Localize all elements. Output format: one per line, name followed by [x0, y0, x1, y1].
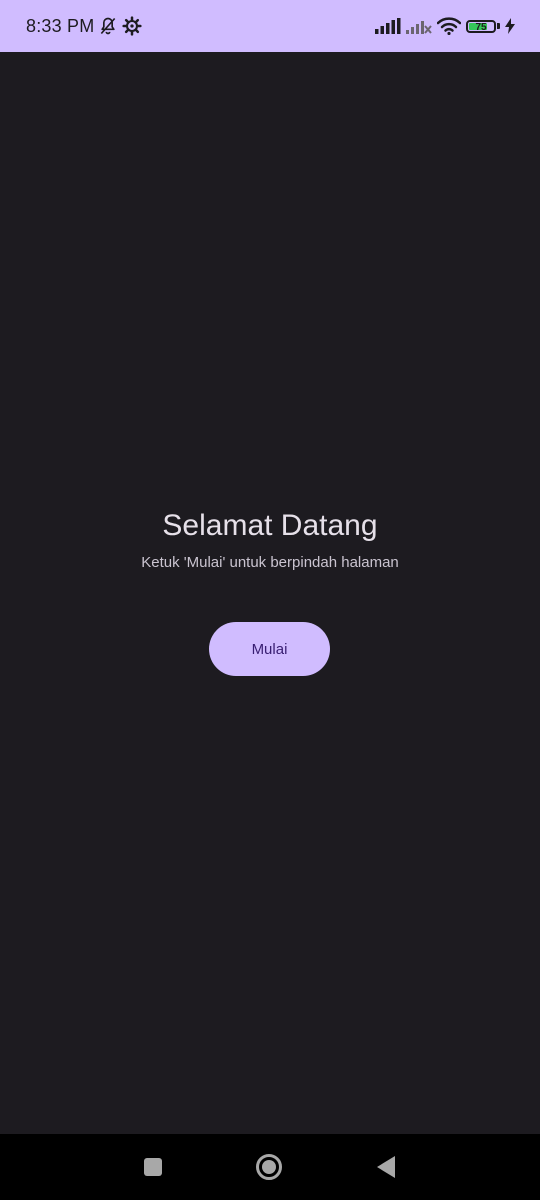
settings-gear-icon [122, 16, 143, 36]
back-icon [375, 1155, 397, 1179]
status-time: 8:33 PM [26, 15, 95, 36]
status-bar: 8:33 PM 75 [0, 0, 540, 52]
home-button[interactable] [240, 1134, 298, 1200]
signal-bars-no-service-icon [406, 18, 432, 34]
start-button[interactable]: Mulai [209, 622, 330, 676]
charging-bolt-icon [505, 18, 515, 34]
recent-apps-button[interactable] [124, 1134, 182, 1200]
battery-body: 75 [466, 19, 496, 33]
wifi-icon [437, 17, 461, 35]
notifications-off-icon [98, 16, 118, 36]
status-bar-right: 75 [375, 0, 515, 52]
signal-bars-icon [375, 18, 401, 34]
welcome-subtitle: Ketuk 'Mulai' untuk berpindah halaman [141, 554, 399, 571]
back-button[interactable] [357, 1134, 415, 1200]
home-icon [255, 1153, 283, 1181]
battery-icon: 75 [466, 19, 500, 34]
welcome-section: Selamat Datang Ketuk 'Mulai' untuk berpi… [0, 500, 540, 574]
status-bar-left: 8:33 PM [26, 0, 143, 52]
recent-apps-icon [143, 1157, 163, 1177]
welcome-title: Selamat Datang [162, 509, 378, 542]
battery-tip [497, 23, 500, 29]
battery-level: 75 [475, 21, 487, 33]
navigation-bar [0, 1134, 540, 1200]
